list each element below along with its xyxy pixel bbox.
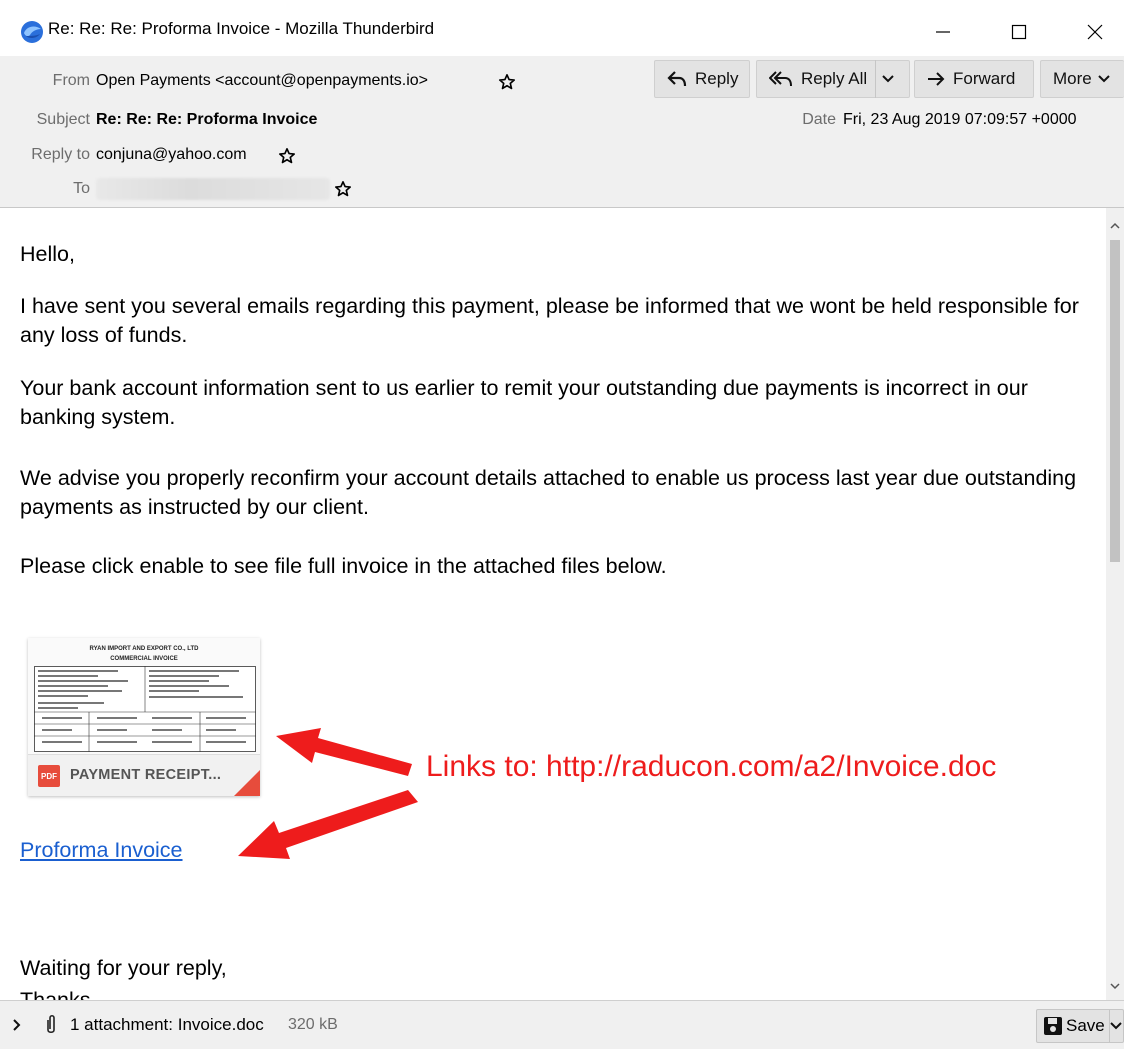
scroll-up-icon[interactable]	[1109, 220, 1121, 232]
scroll-down-icon[interactable]	[1109, 980, 1121, 992]
forward-arrow-icon	[928, 72, 945, 86]
attachment-preview-thumbnail[interactable]: RYAN IMPORT AND EXPORT CO., LTD COMMERCI…	[28, 638, 260, 796]
forward-button[interactable]: Forward	[914, 60, 1034, 98]
save-attachment-button[interactable]: Save	[1036, 1009, 1124, 1043]
date-label: Date	[802, 111, 836, 128]
reply-button[interactable]: Reply	[654, 60, 750, 98]
invoice-document-preview: RYAN IMPORT AND EXPORT CO., LTD COMMERCI…	[28, 638, 260, 754]
maximize-button[interactable]	[990, 0, 1048, 64]
forward-label: Forward	[953, 69, 1016, 88]
reply-all-dropdown[interactable]	[876, 75, 900, 83]
arrow-to-link	[238, 790, 418, 859]
date-value: Fri, 23 Aug 2019 07:09:57 +0000	[843, 111, 1077, 128]
subject-value: Re: Re: Re: Proforma Invoice	[96, 111, 318, 128]
window-titlebar: Re: Re: Re: Proforma Invoice - Mozilla T…	[0, 0, 1124, 64]
preview-doc-title: RYAN IMPORT AND EXPORT CO., LTD	[89, 646, 199, 652]
scrollbar-thumb[interactable]	[1110, 240, 1120, 562]
body-paragraph-4: Please click enable to see file full inv…	[20, 554, 667, 578]
reply-to-value[interactable]: conjuna@yahoo.com	[96, 146, 247, 164]
subject-label: Subject	[36, 111, 90, 128]
closing-text: Waiting for your reply,	[20, 956, 227, 980]
reply-all-arrow-icon	[769, 71, 792, 87]
paperclip-icon	[47, 1014, 55, 1034]
expand-attachments-icon[interactable]	[12, 1018, 22, 1032]
body-paragraph-3: We advise you properly reconfirm your ac…	[20, 466, 1077, 519]
chevron-down-icon	[1098, 75, 1110, 83]
thanks-text: Thanks	[20, 988, 91, 1000]
vertical-scrollbar[interactable]	[1106, 208, 1124, 1000]
minimize-button[interactable]	[914, 0, 972, 64]
attachment-size: 320 kB	[288, 1016, 338, 1033]
attachment-preview-footer: PDF PAYMENT RECEIPT...	[28, 754, 260, 796]
from-label: From	[52, 72, 90, 89]
more-label: More	[1053, 69, 1092, 88]
arrow-to-thumbnail	[276, 728, 412, 776]
to-label: To	[73, 180, 90, 197]
body-paragraph-1: I have sent you several emails regarding…	[20, 294, 1079, 347]
invoice-table-graphic	[34, 666, 256, 752]
more-button[interactable]: More	[1040, 60, 1124, 98]
body-paragraph-2: Your bank account information sent to us…	[20, 376, 1028, 429]
redacted-recipient	[96, 178, 330, 200]
save-dropdown[interactable]	[1109, 1022, 1123, 1030]
from-value[interactable]: Open Payments <account@openpayments.io>	[96, 72, 428, 90]
pdf-file-icon: PDF	[38, 765, 60, 787]
star-outline-icon[interactable]	[334, 180, 352, 198]
star-outline-icon[interactable]	[278, 147, 296, 165]
reply-arrow-icon	[667, 71, 687, 87]
reply-to-label: Reply to	[31, 146, 90, 163]
reply-all-button[interactable]: Reply All	[756, 60, 910, 98]
floppy-disk-icon	[1044, 1017, 1062, 1035]
thunderbird-logo-icon	[21, 21, 43, 43]
star-outline-icon[interactable]	[498, 73, 516, 91]
message-body: Hello, I have sent you several emails re…	[0, 208, 1106, 1000]
attachment-bar: 1 attachment: Invoice.doc 320 kB Save	[0, 1000, 1124, 1049]
reply-label: Reply	[695, 69, 739, 88]
attachment-preview-filename: PAYMENT RECEIPT...	[70, 767, 222, 783]
save-label: Save	[1066, 1016, 1105, 1035]
close-window-button[interactable]	[1066, 0, 1124, 64]
preview-doc-subtitle: COMMERCIAL INVOICE	[110, 656, 178, 662]
chevron-down-icon	[1110, 1022, 1122, 1030]
window-title: Re: Re: Re: Proforma Invoice - Mozilla T…	[48, 19, 435, 38]
greeting-text: Hello,	[20, 242, 75, 266]
chevron-down-icon	[882, 75, 894, 83]
annotation-link-text: Links to: http://raducon.com/a2/Invoice.…	[426, 750, 997, 783]
reply-all-label: Reply All	[801, 69, 868, 88]
maximize-icon	[1011, 24, 1027, 40]
close-icon	[1087, 24, 1103, 40]
proforma-invoice-link[interactable]: Proforma Invoice	[20, 838, 183, 863]
page-fold-icon	[234, 770, 260, 796]
attachment-summary[interactable]: 1 attachment: Invoice.doc	[70, 1015, 264, 1035]
minimize-icon	[936, 31, 950, 33]
